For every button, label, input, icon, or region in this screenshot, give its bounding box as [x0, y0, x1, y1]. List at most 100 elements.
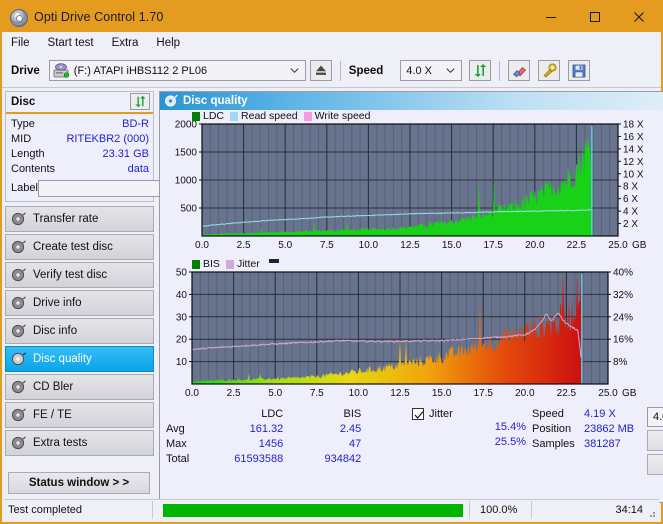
- table-row: Max 1456 47: [164, 436, 367, 451]
- drive-select[interactable]: (F:) ATAPI iHBS112 2 PL06: [48, 60, 306, 81]
- toolbar: Drive (F:) ATAPI iHBS112 2 PL06 Speed 4.…: [2, 54, 661, 88]
- jitter-checkbox[interactable]: [412, 407, 424, 420]
- disc-row-mid: MID RITEKBR2 (000): [11, 132, 149, 147]
- bis-jitter-chart: BIS Jitter 50 40 30 20 10 40% 32% 24% 16% 8% 0.0 2.…: [160, 258, 663, 406]
- wrench-icon: [543, 63, 557, 78]
- sidebar-item-label: Extra tests: [33, 437, 88, 449]
- stats-row-max-bis: 47: [349, 437, 362, 450]
- ldc-chart-svg: 20001500100050018 X16 X14 X12 X10 X8 X6 …: [175, 120, 647, 252]
- menu-item-help[interactable]: Help: [156, 35, 189, 51]
- toolbar-divider-2: [499, 60, 501, 81]
- menu-item-file[interactable]: File: [11, 35, 39, 51]
- svg-text:GB: GB: [632, 240, 647, 251]
- sidebar-item-extra-tests[interactable]: Extra tests: [5, 430, 154, 456]
- table-row: Avg 161.32 2.45: [164, 421, 367, 436]
- app-window: Opti Drive Control 1.70 File Start test …: [0, 0, 663, 524]
- svg-text:7.5: 7.5: [320, 240, 334, 251]
- svg-text:0.0: 0.0: [195, 240, 209, 251]
- stats-row-avg-bis: 2.45: [339, 422, 362, 435]
- legend-swatch-jitter: [225, 259, 234, 269]
- svg-text:2 X: 2 X: [623, 219, 638, 230]
- erase-button[interactable]: [508, 60, 531, 81]
- refresh-button[interactable]: [469, 60, 492, 81]
- svg-text:1500: 1500: [175, 148, 198, 159]
- disc-row-contents-value: data: [127, 163, 149, 175]
- speed-select[interactable]: 4.0 X: [400, 60, 463, 81]
- app-icon: [9, 8, 28, 27]
- sidebar-item-create-test-disc[interactable]: Create test disc: [5, 234, 154, 260]
- menu-item-extra[interactable]: Extra: [112, 35, 148, 51]
- maximize-button[interactable]: [573, 2, 617, 32]
- sidebar-item-cd-bler[interactable]: CD Bler: [5, 374, 154, 400]
- legend-item-bis: BIS: [192, 258, 220, 270]
- disc-row-type-value: BD-R: [122, 118, 149, 130]
- status-divider-2: [469, 501, 470, 519]
- sidebar-item-disc-info[interactable]: Disc info: [5, 318, 154, 344]
- legend-label-jitter: Jitter: [236, 258, 260, 270]
- samples-readout-label: Samples: [532, 437, 575, 450]
- sidebar-item-transfer-rate[interactable]: Transfer rate: [5, 206, 154, 232]
- jitter-avg-value: 15.4%: [494, 421, 526, 433]
- jitter-column: Jitter 15.4% 25.5%: [412, 406, 532, 502]
- save-button[interactable]: [568, 60, 591, 81]
- disc-panel-header: Disc: [6, 92, 153, 114]
- disc-icon: [11, 240, 26, 254]
- svg-text:40: 40: [176, 290, 188, 301]
- svg-text:20: 20: [176, 335, 188, 346]
- stats-row-avg-label: Avg: [166, 422, 185, 435]
- disc-row-type-key: Type: [11, 118, 35, 130]
- svg-text:10: 10: [176, 357, 188, 368]
- menu-item-start-test[interactable]: Start test: [48, 35, 103, 51]
- svg-text:7.5: 7.5: [310, 388, 324, 399]
- status-window-label: Status window > >: [28, 477, 130, 489]
- speed-label: Speed: [348, 64, 384, 77]
- svg-text:12.5: 12.5: [390, 388, 410, 399]
- close-button[interactable]: [617, 2, 661, 32]
- main-body: Disc Type BD-R MID RITEKBR2 (000) Length…: [2, 88, 663, 503]
- drive-icon: [53, 63, 69, 78]
- tools-button[interactable]: [538, 60, 561, 81]
- start-full-button[interactable]: Start full: [647, 430, 663, 451]
- toolbar-divider-1: [339, 60, 341, 81]
- position-readout-row: Position 23862 MB: [532, 421, 647, 436]
- legend-swatch-extra: [268, 258, 279, 263]
- sidebar-item-label: CD Bler: [33, 381, 74, 393]
- svg-text:32%: 32%: [613, 290, 633, 301]
- svg-text:16 X: 16 X: [623, 132, 644, 143]
- svg-text:5.0: 5.0: [268, 388, 282, 399]
- disc-row-contents-key: Contents: [11, 163, 56, 175]
- resize-grip-icon[interactable]: [646, 508, 656, 518]
- svg-text:1000: 1000: [175, 176, 198, 187]
- sidebar-item-drive-info[interactable]: Drive info: [5, 290, 154, 316]
- speed-value: 4.0 X: [406, 64, 432, 77]
- sidebar-item-label: Transfer rate: [33, 213, 99, 225]
- status-window-button[interactable]: Status window > >: [8, 472, 150, 494]
- svg-text:50: 50: [176, 268, 188, 279]
- legend-label-read-speed: Read speed: [241, 110, 298, 122]
- disc-quality-panel: Disc quality LDC Read speed Write speed: [159, 91, 663, 503]
- disc-icon: [11, 408, 26, 422]
- disc-refresh-button[interactable]: [130, 93, 150, 110]
- sidebar-item-verify-test-disc[interactable]: Verify test disc: [5, 262, 154, 288]
- minimize-button[interactable]: [529, 2, 573, 32]
- svg-text:12 X: 12 X: [623, 157, 644, 168]
- action-column: 4.0 X Start full Start part: [647, 406, 663, 502]
- stats-table-wrap: LDC BIS Avg 161.32 2.45 Max 1456 47 Tota…: [162, 406, 412, 502]
- svg-text:17.5: 17.5: [473, 388, 493, 399]
- legend-swatch-read-speed: [230, 111, 239, 121]
- disc-row-length-value: 23.31 GB: [102, 148, 149, 160]
- window-controls: [529, 2, 661, 32]
- legend-item-ldc: LDC: [192, 110, 224, 122]
- table-row: Total 61593588 934842: [164, 451, 367, 466]
- disc-label-key: Label: [11, 182, 38, 194]
- sidebar-item-disc-quality[interactable]: Disc quality: [5, 346, 154, 372]
- eject-button[interactable]: [309, 60, 332, 81]
- legend-swatch-bis: [192, 259, 200, 269]
- panel-title: Disc quality: [183, 95, 248, 107]
- speed-readout-label: Speed: [532, 407, 564, 420]
- sidebar-item-fe-te[interactable]: FE / TE: [5, 402, 154, 428]
- start-part-button[interactable]: Start part: [647, 454, 663, 475]
- svg-text:30: 30: [176, 312, 188, 323]
- test-speed-select[interactable]: 4.0 X: [647, 407, 663, 427]
- svg-text:4 X: 4 X: [623, 207, 638, 218]
